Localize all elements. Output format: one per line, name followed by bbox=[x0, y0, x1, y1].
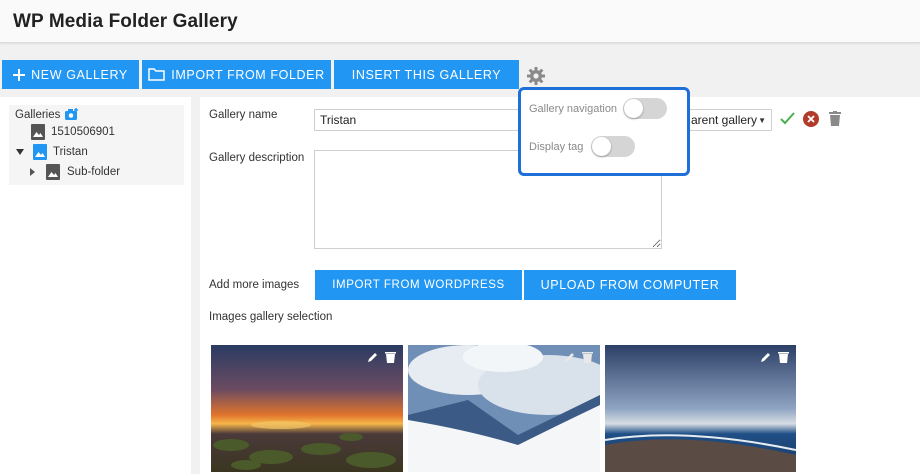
caret-down-icon[interactable] bbox=[16, 149, 24, 155]
tree-item[interactable]: 1510506901 bbox=[31, 124, 115, 140]
pencil-icon[interactable] bbox=[564, 350, 576, 368]
sidebar: Galleries 1510506901 Tristan Sub-folder bbox=[0, 97, 191, 474]
trash-icon[interactable] bbox=[582, 350, 593, 368]
image-folder-icon bbox=[33, 144, 47, 160]
import-from-wordpress-button[interactable]: IMPORT FROM WORDPRESS bbox=[315, 270, 522, 300]
tree-item[interactable]: Tristan bbox=[16, 144, 88, 160]
gallery-name-input[interactable] bbox=[314, 109, 520, 131]
pencil-icon[interactable] bbox=[367, 350, 379, 368]
app-header: WP Media Folder Gallery bbox=[0, 0, 920, 43]
tree-item-label: Sub-folder bbox=[67, 166, 121, 178]
folder-icon bbox=[148, 68, 166, 81]
tree-item-label: 1510506901 bbox=[51, 126, 115, 138]
new-gallery-label: NEW GALLERY bbox=[31, 67, 128, 82]
trash-icon[interactable] bbox=[385, 350, 396, 368]
images-selection-label: Images gallery selection bbox=[209, 311, 333, 323]
parent-gallery-value: arent gallery bbox=[691, 113, 758, 127]
check-icon[interactable] bbox=[780, 112, 795, 130]
app-title: WP Media Folder Gallery bbox=[13, 11, 238, 32]
import-from-folder-label: IMPORT FROM FOLDER bbox=[171, 67, 325, 82]
chevron-down-icon: ▼ bbox=[758, 115, 766, 125]
display-tag-toggle[interactable] bbox=[591, 136, 635, 157]
gallery-thumbnail[interactable] bbox=[211, 345, 403, 472]
trash-icon[interactable] bbox=[829, 111, 841, 131]
import-from-wordpress-label: IMPORT FROM WORDPRESS bbox=[332, 279, 505, 291]
tree-item-label: Tristan bbox=[53, 146, 88, 158]
thumbnail-tools bbox=[760, 350, 789, 368]
upload-from-computer-label: UPLOAD FROM COMPUTER bbox=[540, 278, 720, 292]
pencil-icon[interactable] bbox=[760, 350, 772, 368]
insert-gallery-button[interactable]: INSERT THIS GALLERY bbox=[334, 60, 519, 89]
insert-gallery-label: INSERT THIS GALLERY bbox=[351, 67, 502, 82]
gallery-name-label: Gallery name bbox=[209, 109, 278, 121]
gallery-tree: Galleries 1510506901 Tristan Sub-folder bbox=[9, 105, 184, 185]
upload-from-computer-button[interactable]: UPLOAD FROM COMPUTER bbox=[524, 270, 736, 300]
caret-right-icon[interactable] bbox=[30, 168, 35, 176]
gallery-thumbnail[interactable] bbox=[605, 345, 796, 472]
gallery-thumbnail[interactable] bbox=[408, 345, 600, 472]
cancel-circle-icon[interactable] bbox=[803, 111, 819, 132]
gallery-navigation-toggle[interactable] bbox=[623, 98, 667, 119]
display-tag-label: Display tag bbox=[529, 141, 584, 153]
parent-gallery-select[interactable]: arent gallery ▼ bbox=[686, 109, 772, 131]
toggle-knob bbox=[624, 99, 643, 118]
toggle-knob bbox=[592, 137, 611, 156]
import-from-folder-button[interactable]: IMPORT FROM FOLDER bbox=[142, 60, 331, 89]
new-gallery-button[interactable]: NEW GALLERY bbox=[2, 60, 139, 89]
tree-root-label: Galleries bbox=[15, 108, 61, 121]
tree-item[interactable]: Sub-folder bbox=[30, 164, 120, 180]
thumbnail-tools bbox=[564, 350, 593, 368]
gallery-settings-popup: Gallery navigation Display tag bbox=[518, 87, 690, 176]
image-folder-icon bbox=[46, 164, 60, 180]
gallery-description-label: Gallery description bbox=[209, 152, 305, 164]
trash-icon[interactable] bbox=[778, 350, 789, 368]
tree-root[interactable]: Galleries bbox=[15, 108, 79, 121]
add-photo-icon[interactable] bbox=[64, 108, 79, 121]
add-images-label: Add more images bbox=[209, 279, 300, 291]
gallery-navigation-label: Gallery navigation bbox=[529, 103, 618, 115]
plus-icon bbox=[13, 68, 26, 81]
image-folder-icon bbox=[31, 124, 45, 140]
gear-icon[interactable] bbox=[526, 66, 546, 86]
thumbnail-tools bbox=[367, 350, 396, 368]
